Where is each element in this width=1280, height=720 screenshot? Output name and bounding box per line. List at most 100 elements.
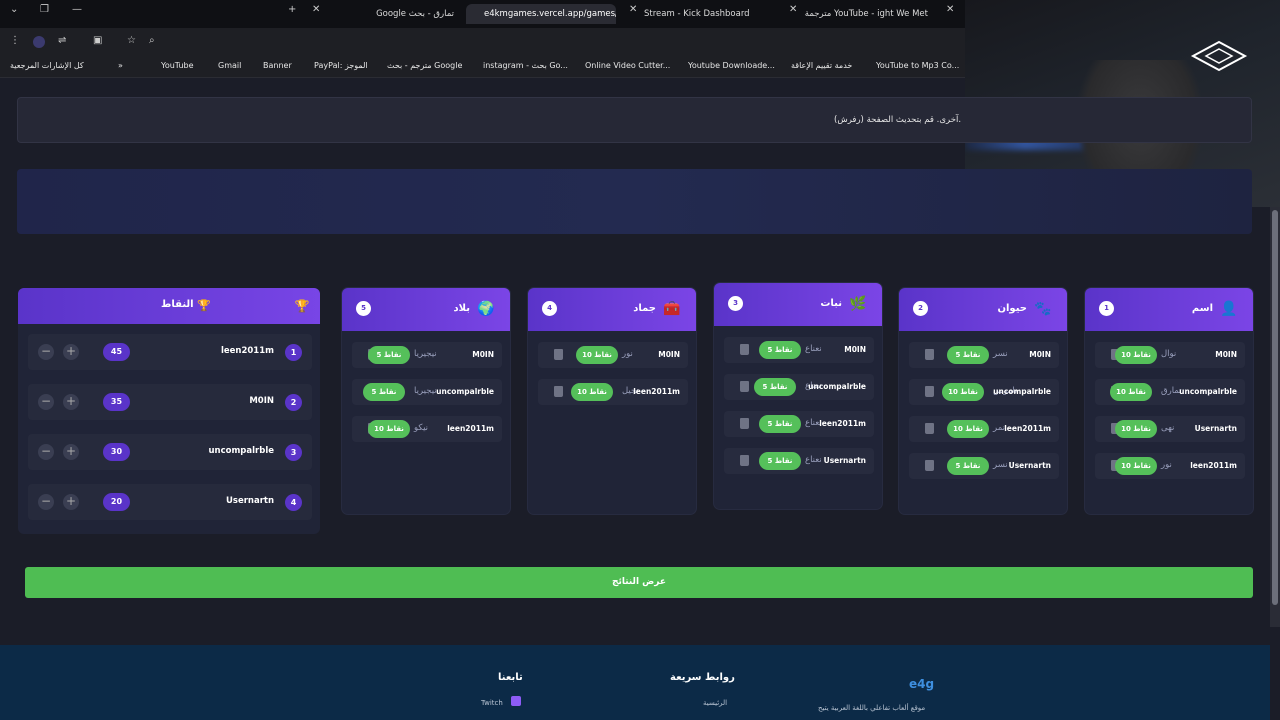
- category-header: 🧰 جماد 4: [528, 288, 696, 331]
- bookmark-all[interactable]: كل الإشارات المرجعية: [10, 61, 84, 70]
- rank-badge: 4: [285, 494, 302, 511]
- category-header: 🌿 نبات 3: [714, 283, 882, 326]
- trash-icon[interactable]: [925, 460, 934, 471]
- trash-icon[interactable]: [740, 381, 749, 392]
- answer-row: 10 نقاط نور M0IN: [538, 342, 688, 368]
- new-tab-icon[interactable]: +: [288, 4, 296, 15]
- paw-icon: 🐾: [1034, 301, 1052, 317]
- media-control-icon[interactable]: ⇌: [58, 35, 66, 46]
- answer-text: نهى: [1161, 423, 1175, 433]
- points-toggle[interactable]: 10 نقاط: [942, 383, 984, 401]
- minus-button[interactable]: −: [38, 494, 54, 510]
- restore-icon[interactable]: ❐: [40, 4, 49, 15]
- minimize-icon[interactable]: —: [72, 4, 82, 15]
- window-menu-icon[interactable]: ⌄: [10, 4, 18, 15]
- kebab-menu-icon[interactable]: ⋮: [10, 35, 20, 46]
- trash-icon[interactable]: [740, 418, 749, 429]
- points-toggle[interactable]: 5 نقاط: [759, 415, 801, 433]
- rank-badge: 2: [285, 394, 302, 411]
- extensions-icon[interactable]: ▣: [93, 35, 102, 46]
- points-toggle[interactable]: 10 نقاط: [576, 346, 618, 364]
- score-value: 35: [103, 393, 130, 411]
- points-toggle[interactable]: 10 نقاط: [571, 383, 613, 401]
- answer-row: 10 نقاط نجيل leen2011m: [538, 379, 688, 405]
- answer-text: نسر: [993, 349, 1008, 359]
- close-tab-icon[interactable]: ✕: [789, 4, 797, 15]
- score-row: − +30 uncompalrble 3: [28, 434, 312, 470]
- minus-button[interactable]: −: [38, 394, 54, 410]
- points-toggle[interactable]: 5 نقاط: [947, 457, 989, 475]
- close-tab-icon[interactable]: ✕: [629, 4, 637, 15]
- category-column: 🧰 جماد 4 10 نقاط نور M0IN 10 نقاط نجيل leen2011m: [528, 288, 696, 514]
- tab-google-search[interactable]: Google تمارق - بحث: [330, 4, 460, 24]
- bookmark-yt-downloader[interactable]: Youtube Downloade...: [688, 61, 775, 70]
- bookmark-yt-mp3[interactable]: YouTube to Mp3 Co...: [876, 61, 959, 70]
- bookmark-video-cutter[interactable]: Online Video Cutter...: [585, 61, 670, 70]
- player-name: M0IN: [1215, 350, 1237, 359]
- category-column: 👤 اسم 1 10 نقاط نوال M0IN 10 نقاط تمارق uncompal…: [1085, 288, 1253, 514]
- category-title: اسم: [1191, 303, 1213, 314]
- points-toggle[interactable]: 5 نقاط: [759, 452, 801, 470]
- player-name: uncompalrble: [208, 446, 274, 456]
- points-toggle[interactable]: 5 نقاط: [363, 383, 405, 401]
- show-results-button[interactable]: عرض النتائج: [25, 567, 1253, 598]
- close-tab-icon[interactable]: ✕: [312, 4, 320, 15]
- tab-e4kmgames[interactable]: e4kmgames.vercel.app/games/: [466, 4, 616, 24]
- points-toggle[interactable]: 10 نقاط: [947, 420, 989, 438]
- player-name: Usernartn: [1194, 424, 1237, 433]
- points-toggle[interactable]: 5 نقاط: [947, 346, 989, 364]
- trophy-icon: 🏆: [294, 299, 310, 313]
- answer-text: نعناع: [805, 455, 822, 465]
- trash-icon[interactable]: [925, 386, 934, 397]
- bookmark-disability[interactable]: خدمة تقييم الإعاقة: [791, 61, 852, 70]
- bookmark-instagram[interactable]: instagram - بحث Go...: [483, 61, 568, 70]
- points-toggle[interactable]: 10 نقاط: [1115, 346, 1157, 364]
- plus-button[interactable]: +: [63, 344, 79, 360]
- points-toggle[interactable]: 10 نقاط: [1115, 420, 1157, 438]
- points-toggle[interactable]: 5 نقاط: [759, 341, 801, 359]
- trash-icon[interactable]: [554, 349, 563, 360]
- player-name: M0IN: [472, 350, 494, 359]
- points-toggle[interactable]: 10 نقاط: [368, 420, 410, 438]
- close-tab-icon[interactable]: ✕: [946, 4, 954, 15]
- bookmarks-bar: كل الإشارات المرجعية » YouTube Gmail Ban…: [0, 56, 965, 78]
- bookmark-gmail[interactable]: Gmail: [218, 61, 241, 70]
- bookmark-banner[interactable]: Banner: [263, 61, 292, 70]
- answer-text: نور: [1161, 460, 1172, 470]
- bookmark-youtube[interactable]: YouTube: [161, 61, 194, 70]
- refresh-notice: آخرى. قم بتحديث الصفحة (رفرش).: [17, 97, 1252, 143]
- plus-button[interactable]: +: [63, 444, 79, 460]
- tab-kick-dashboard[interactable]: Stream - Kick Dashboard: [640, 4, 758, 24]
- minus-button[interactable]: −: [38, 344, 54, 360]
- trash-icon[interactable]: [925, 423, 934, 434]
- plus-button[interactable]: +: [63, 394, 79, 410]
- leaf-icon: 🌿: [849, 296, 867, 312]
- footer-home-link[interactable]: الرئيسية: [703, 699, 727, 707]
- follow-title: تابعنا: [498, 672, 523, 683]
- profile-icon[interactable]: [33, 36, 45, 48]
- points-toggle[interactable]: 10 نقاط: [1110, 383, 1152, 401]
- minus-button[interactable]: −: [38, 444, 54, 460]
- points-toggle[interactable]: 5 نقاط: [754, 378, 796, 396]
- twitch-link[interactable]: Twitch: [481, 699, 503, 707]
- answer-row: 10 نقاط ناموس uncompalrble: [909, 379, 1059, 405]
- scrollbar-thumb[interactable]: [1272, 210, 1278, 605]
- tab-youtube[interactable]: مترجمة YouTube - ight We Met: [800, 4, 932, 24]
- trash-icon[interactable]: [740, 344, 749, 355]
- bookmark-star-icon[interactable]: ☆: [127, 35, 136, 46]
- scoreboard-panel: 🏆 النقاط 🏆 − +45 leen2011m 1− +35 M0IN 2− +30 un…: [18, 288, 320, 534]
- search-icon[interactable]: ⌕: [149, 35, 155, 46]
- trash-icon[interactable]: [740, 455, 749, 466]
- answer-row: 5 نقاط نعناع leen2011m: [724, 411, 874, 437]
- bookmark-translate[interactable]: مترجم - بحث Google: [387, 61, 462, 70]
- answer-text: نعناع: [805, 344, 822, 354]
- points-toggle[interactable]: 10 نقاط: [1115, 457, 1157, 475]
- bookmark-paypal[interactable]: PayPal: الموجز: [314, 61, 368, 70]
- points-toggle[interactable]: 5 نقاط: [368, 346, 410, 364]
- twitch-icon[interactable]: [511, 696, 521, 706]
- answer-row: 10 نقاط نمر leen2011m: [909, 416, 1059, 442]
- trash-icon[interactable]: [554, 386, 563, 397]
- trash-icon[interactable]: [925, 349, 934, 360]
- plus-button[interactable]: +: [63, 494, 79, 510]
- chevron-icon[interactable]: »: [118, 61, 123, 70]
